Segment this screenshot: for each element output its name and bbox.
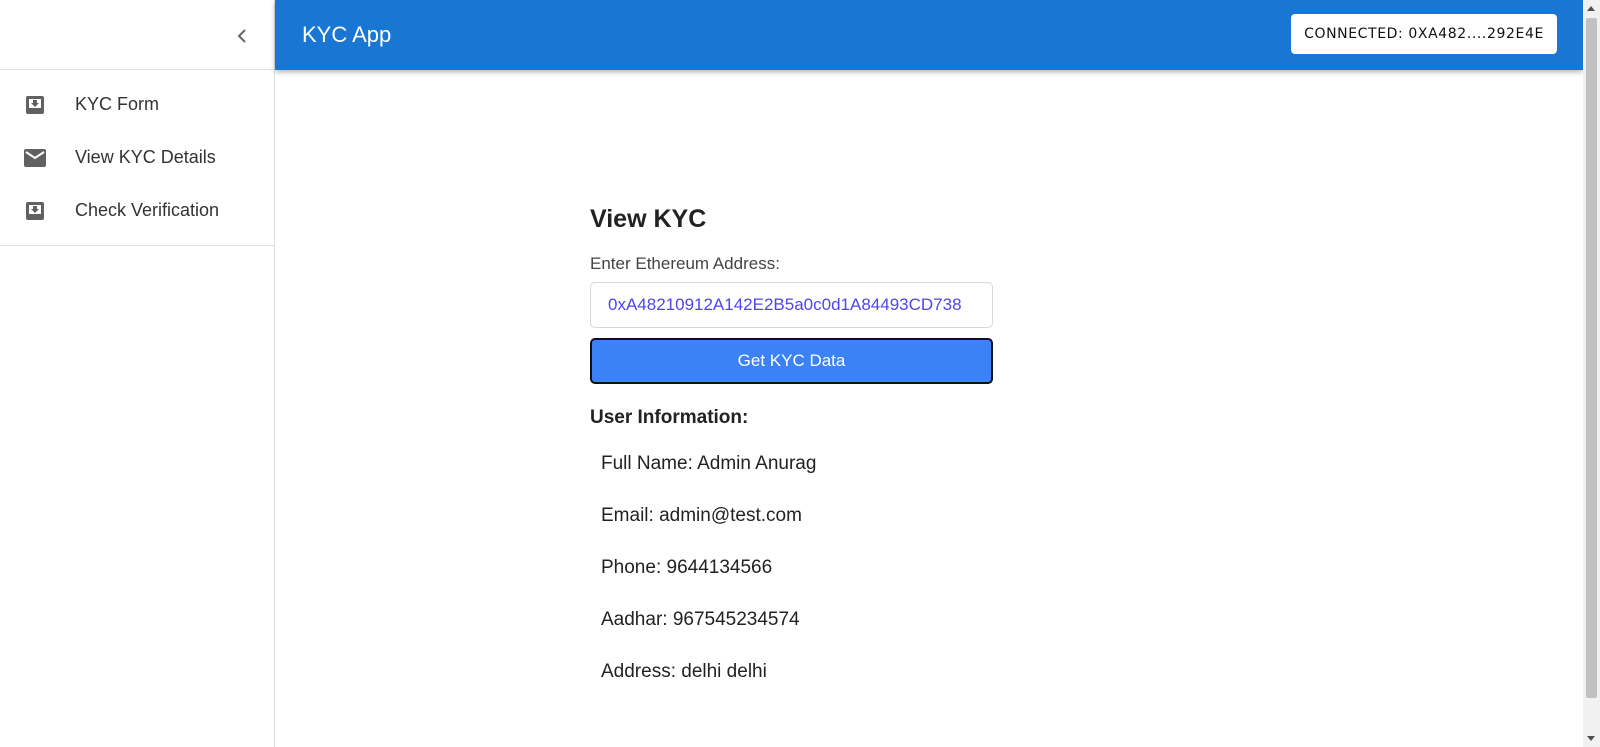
address-text: Address: delhi delhi [601, 661, 767, 682]
page-scrollbar[interactable] [1583, 0, 1600, 747]
address-label: Enter Ethereum Address: [590, 254, 780, 273]
view-kyc-panel: View KYC Enter Ethereum Address: Get KYC… [590, 205, 994, 713]
ethereum-address-input[interactable] [590, 282, 993, 328]
get-kyc-data-button[interactable]: Get KYC Data [590, 338, 993, 384]
chevron-left-icon [237, 29, 246, 43]
app-root: KYC Form View KYC Details Check Verifica… [0, 0, 1600, 747]
sidebar-item-view-kyc-details[interactable]: View KYC Details [0, 131, 274, 184]
move-to-inbox-icon [24, 200, 46, 222]
aadhar-text: Aadhar: 967545234574 [601, 609, 800, 630]
phone-text: Phone: 9644134566 [601, 557, 773, 578]
sidebar-header [0, 0, 274, 70]
sidebar-nav: KYC Form View KYC Details Check Verifica… [0, 70, 274, 246]
sidebar-item-kyc-form[interactable]: KYC Form [0, 78, 274, 131]
scroll-up-icon[interactable] [1587, 6, 1595, 11]
app-bar: KYC App CONNECTED: 0XA482....292E4E [275, 0, 1583, 70]
scroll-down-icon[interactable] [1587, 736, 1595, 741]
sidebar-item-label: KYC Form [75, 94, 160, 114]
sidebar-item-check-verification[interactable]: Check Verification [0, 184, 274, 237]
sidebar-item-label: Check Verification [75, 200, 220, 220]
user-information-heading: User Information: [590, 407, 749, 428]
collapse-sidebar-button[interactable] [228, 22, 256, 50]
sidebar: KYC Form View KYC Details Check Verifica… [0, 0, 275, 747]
page-title: View KYC [590, 205, 707, 233]
scrollbar-thumb[interactable] [1586, 18, 1597, 698]
sidebar-item-label: View KYC Details [75, 147, 216, 167]
move-to-inbox-icon [24, 94, 46, 116]
mail-icon [24, 147, 46, 169]
full-name-text: Full Name: Admin Anurag [601, 453, 817, 474]
wallet-connected-button[interactable]: CONNECTED: 0XA482....292E4E [1291, 14, 1557, 54]
email-text: Email: admin@test.com [601, 505, 802, 526]
app-title: KYC App [302, 22, 392, 47]
